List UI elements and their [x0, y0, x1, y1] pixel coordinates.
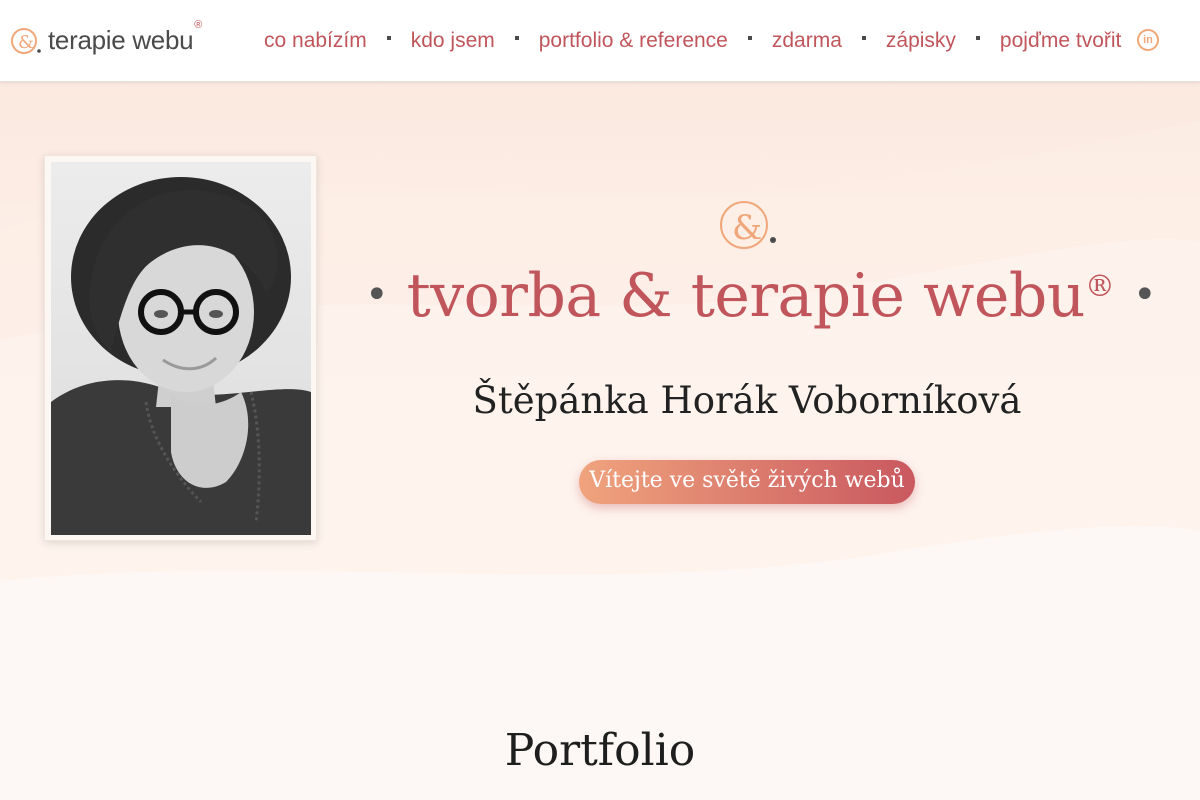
nav-item-zdarma[interactable]: zdarma: [772, 29, 842, 53]
author-name: Štěpánka Horák Voborníková: [472, 379, 1022, 422]
linkedin-icon[interactable]: in: [1137, 29, 1159, 51]
site-header: & terapie webu® co nabízím kdo jsem port…: [0, 0, 1200, 82]
hero-title: • tvorba & terapie webu® •: [365, 261, 1157, 331]
portfolio-heading: Portfolio: [504, 725, 696, 776]
nav-separator: [747, 36, 752, 40]
svg-text:&: &: [732, 208, 762, 248]
logo-name: terapie webu: [48, 24, 194, 55]
title-bullet-left: •: [365, 272, 389, 318]
main-nav: co nabízím kdo jsem portfolio & referenc…: [264, 27, 1121, 55]
ampersand-logo-icon: &: [720, 199, 776, 251]
nav-separator: [514, 36, 519, 40]
logo-registered-mark: ®: [194, 18, 203, 31]
nav-item-zapisky[interactable]: zápisky: [886, 29, 956, 53]
nav-separator: [386, 36, 391, 40]
linkedin-label: in: [1143, 34, 1153, 46]
site-logo[interactable]: & terapie webu®: [10, 19, 202, 58]
title-bullet-right: •: [1132, 272, 1157, 318]
nav-separator: [975, 36, 980, 40]
portrait-photo: [51, 162, 311, 535]
hero-section: & • tvorba & terapie webu® • Štěpánka Ho…: [0, 81, 1200, 800]
svg-text:&: &: [18, 32, 34, 53]
logo-text: terapie webu®: [48, 19, 202, 56]
nav-separator: [861, 36, 866, 40]
title-registered-mark: ®: [1084, 269, 1115, 304]
nav-item-pojdme-tvorit[interactable]: pojďme tvořit: [1000, 29, 1121, 53]
nav-item-co-nabizim[interactable]: co nabízím: [264, 29, 367, 53]
ampersand-logo-icon: &: [10, 24, 42, 56]
welcome-button[interactable]: Vítejte ve světě živých webů: [579, 460, 915, 504]
nav-item-portfolio[interactable]: portfolio & reference: [539, 29, 728, 53]
portrait-frame: [44, 155, 317, 541]
hero-title-text: tvorba & terapie webu: [406, 261, 1086, 331]
nav-item-kdo-jsem[interactable]: kdo jsem: [411, 29, 495, 53]
